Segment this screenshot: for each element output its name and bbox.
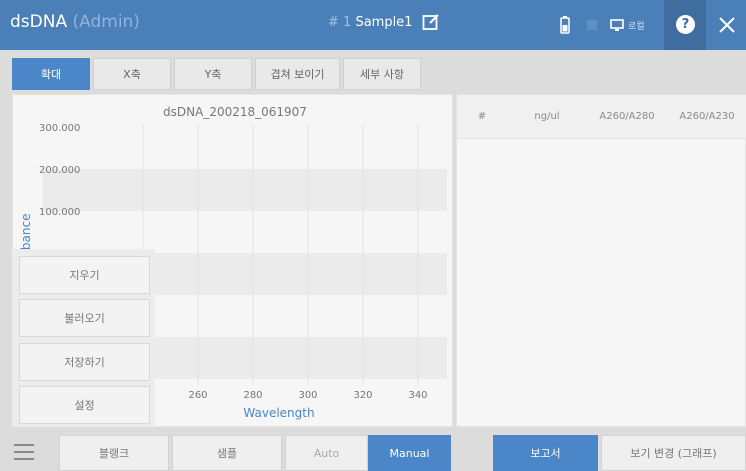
x-tick-labels: 260 280 300 320 340 bbox=[188, 390, 427, 401]
x-tick-label: 340 bbox=[408, 390, 427, 401]
help-button[interactable]: ? bbox=[664, 0, 706, 50]
y-tick-label: 300.000 bbox=[39, 123, 80, 134]
manual-toggle[interactable]: Manual bbox=[368, 435, 451, 471]
title-bar: dsDNA (Admin) # 1 Sample1 로컬 ? bbox=[0, 0, 746, 50]
user-role: (Admin) bbox=[72, 12, 140, 32]
column-header-index[interactable]: # bbox=[457, 111, 507, 122]
x-tick-label: 300 bbox=[298, 390, 317, 401]
local-label: 로컬 bbox=[628, 21, 645, 32]
x-tick-label: 280 bbox=[243, 390, 262, 401]
column-header-concentration[interactable]: ng/ul bbox=[507, 111, 587, 122]
load-button[interactable]: 불러오기 bbox=[19, 299, 150, 337]
auto-toggle[interactable]: Auto bbox=[285, 435, 368, 471]
column-header-a260-a230[interactable]: A260/A230 bbox=[667, 111, 746, 122]
x-tick-label: 260 bbox=[188, 390, 207, 401]
tab-x-axis[interactable]: X축 bbox=[93, 58, 171, 90]
sample-button[interactable]: 샘플 bbox=[172, 435, 282, 471]
app-title: dsDNA (Admin) bbox=[10, 12, 140, 32]
sample-name: Sample1 bbox=[355, 15, 413, 30]
clear-button[interactable]: 지우기 bbox=[19, 256, 150, 294]
x-axis-label: Wavelength bbox=[243, 406, 314, 420]
chart-title: dsDNA_200218_061907 bbox=[163, 105, 307, 119]
tab-overlay[interactable]: 겹쳐 보이기 bbox=[255, 58, 340, 90]
settings-button[interactable]: 설정 bbox=[19, 386, 150, 424]
tab-details[interactable]: 세부 사항 bbox=[343, 58, 421, 90]
status-indicator bbox=[587, 20, 597, 30]
local-button[interactable]: 로컬 bbox=[610, 15, 645, 35]
x-tick-label: 320 bbox=[353, 390, 372, 401]
save-button[interactable]: 저장하기 bbox=[19, 343, 150, 381]
report-button[interactable]: 보고서 bbox=[493, 435, 598, 471]
sample-indicator: # 1 Sample1 bbox=[328, 15, 412, 30]
battery-icon bbox=[560, 16, 570, 34]
y-tick-label: 200.000 bbox=[39, 165, 80, 176]
table-header: # ng/ul A260/A280 A260/A230 bbox=[457, 95, 746, 139]
grid-band bbox=[43, 169, 447, 211]
tab-zoom[interactable]: 확대 bbox=[12, 58, 90, 90]
monitor-icon bbox=[610, 18, 624, 31]
hamburger-menu-icon[interactable] bbox=[13, 442, 35, 462]
blank-button[interactable]: 블랭크 bbox=[59, 435, 169, 471]
column-header-a260-a280[interactable]: A260/A280 bbox=[587, 111, 667, 122]
file-menu-popup: 지우기 불러오기 저장하기 설정 bbox=[12, 249, 155, 427]
tab-y-axis[interactable]: Y축 bbox=[174, 58, 252, 90]
sample-number: # 1 bbox=[328, 15, 352, 30]
close-icon[interactable] bbox=[712, 10, 742, 40]
results-table[interactable]: # ng/ul A260/A280 A260/A230 bbox=[456, 94, 746, 427]
edit-icon[interactable] bbox=[422, 13, 440, 31]
view-change-button[interactable]: 보기 변경 (그래프) bbox=[601, 435, 746, 471]
app-name: dsDNA bbox=[10, 12, 68, 32]
y-tick-label: 100.000 bbox=[39, 207, 80, 218]
chart-toolbar: 확대 X축 Y축 겹쳐 보이기 세부 사항 bbox=[12, 58, 421, 90]
help-icon: ? bbox=[676, 15, 695, 34]
